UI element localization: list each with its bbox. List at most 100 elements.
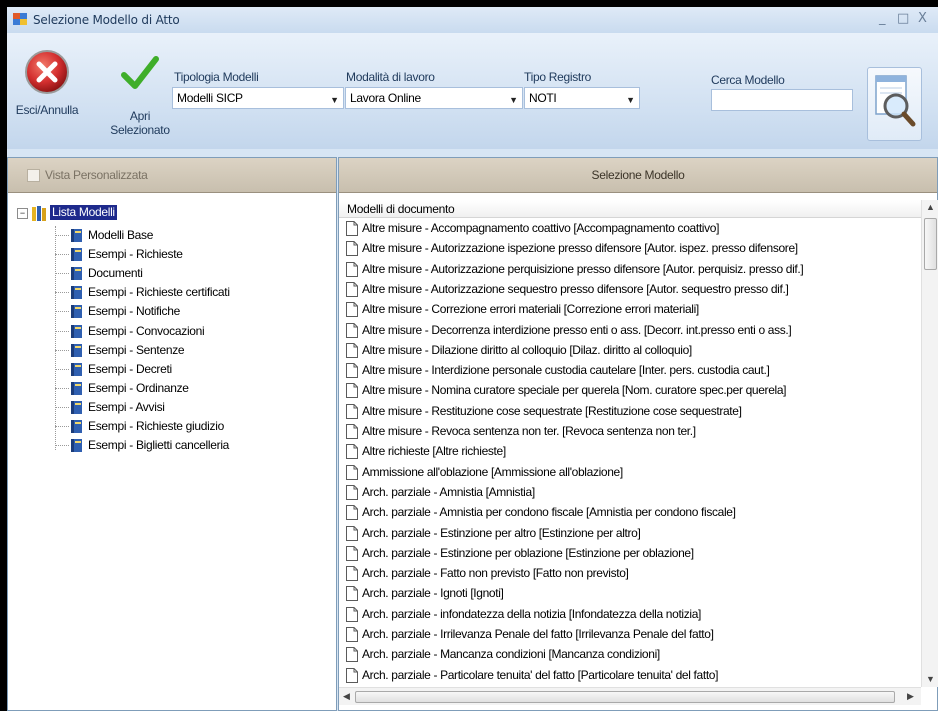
list-item[interactable]: Altre misure - Autorizzazione ispezione … (339, 239, 921, 260)
tree-item[interactable]: Esempi - Convocazioni (8, 322, 308, 341)
list-item-label: Arch. parziale - Irrilevanza Penale del … (362, 627, 714, 641)
tree-item[interactable]: Esempi - Avvisi (8, 398, 308, 417)
vertical-scrollbar[interactable]: ▲ ▼ (921, 200, 938, 687)
tree-item-label: Esempi - Richieste (88, 247, 183, 262)
open-selected-button[interactable]: Apri Selezionato (103, 53, 177, 137)
list-item[interactable]: Altre misure - Autorizzazione sequestro … (339, 280, 921, 301)
list-item[interactable]: Arch. parziale - Irrilevanza Penale del … (339, 625, 921, 646)
column-header[interactable]: Modelli di documento (339, 200, 921, 218)
chevron-down-icon: ▼ (509, 95, 518, 105)
close-button[interactable]: X (918, 11, 927, 26)
tipologia-value: Modelli SICP (177, 91, 243, 105)
custom-view-checkbox[interactable] (27, 169, 40, 182)
list-item[interactable]: Arch. parziale - Mancanza condizioni [Ma… (339, 645, 921, 666)
list-item[interactable]: Arch. parziale - Particolare tenuita' de… (339, 666, 921, 687)
book-icon (71, 267, 82, 281)
scroll-up-icon[interactable]: ▲ (926, 202, 935, 212)
list-item-label: Altre misure - Dilazione diritto al coll… (362, 342, 692, 357)
maximize-button[interactable]: □ (897, 11, 909, 26)
document-icon (346, 484, 358, 500)
list-item[interactable]: Arch. parziale - Amnistia [Amnistia] (339, 483, 921, 504)
document-icon (346, 525, 358, 541)
left-panel: Vista Personalizzata − Lista Modelli Mod… (7, 157, 337, 711)
tree-item[interactable]: Esempi - Biglietti cancelleria (8, 436, 308, 455)
document-icon (346, 221, 358, 236)
book-icon (71, 362, 82, 376)
list-item[interactable]: Altre misure - Revoca sentenza non ter. … (339, 422, 921, 443)
tree-item-label: Esempi - Decreti (88, 361, 172, 376)
chevron-down-icon: ▼ (626, 95, 635, 105)
list-item-label: Arch. parziale - Estinzione per oblazion… (362, 545, 694, 560)
book-icon (71, 400, 82, 414)
list-item-label: Arch. parziale - Amnistia per condono fi… (362, 505, 736, 520)
minimize-button[interactable]: _ (879, 11, 886, 26)
tree-item-label: Esempi - Richieste certificati (88, 285, 230, 300)
book-icon (71, 439, 82, 453)
scroll-right-icon[interactable]: ▶ (907, 691, 914, 702)
document-icon (346, 566, 358, 582)
tree-item[interactable]: Esempi - Richieste certificati (8, 283, 308, 302)
tree-item[interactable]: Esempi - Notifiche (8, 302, 308, 321)
list-item[interactable]: Arch. parziale - Ignoti [Ignoti] (339, 584, 921, 605)
document-icon (346, 424, 358, 439)
list-item[interactable]: Arch. parziale - Amnistia per condono fi… (339, 503, 921, 524)
tree-connector (55, 311, 69, 313)
list-item[interactable]: Altre misure - Accompagnamento coattivo … (339, 219, 921, 240)
tree-item[interactable]: Esempi - Richieste (8, 245, 308, 264)
left-panel-header: Vista Personalizzata (8, 158, 336, 193)
list-item[interactable]: Arch. parziale - infondatezza della noti… (339, 605, 921, 626)
list-item[interactable]: Arch. parziale - Estinzione per altro [E… (339, 524, 921, 545)
tree-item[interactable]: Esempi - Sentenze (8, 341, 308, 360)
list-item-label: Altre misure - Restituzione cose sequest… (362, 403, 742, 418)
app-window: Selezione Modello di Atto _ □ X Esci/Ann… (7, 7, 938, 711)
list-item-label: Arch. parziale - Ignoti [Ignoti] (362, 586, 504, 601)
checkmark-icon (121, 56, 159, 89)
horizontal-scroll-thumb[interactable] (355, 691, 895, 703)
registro-label: Tipo Registro (524, 70, 592, 84)
tree-item[interactable]: Documenti (8, 264, 308, 283)
list-item-label: Altre misure - Autorizzazione perquisizi… (362, 261, 804, 276)
tree-item[interactable]: Modelli Base (8, 226, 308, 245)
book-icon (71, 229, 82, 242)
list-item[interactable]: Altre misure - Correzione errori materia… (339, 300, 921, 321)
tree-item-label: Esempi - Convocazioni (88, 323, 205, 338)
list-item[interactable]: Altre misure - Autorizzazione perquisizi… (339, 260, 921, 281)
registro-select[interactable]: NOTI ▼ (524, 87, 640, 109)
search-button[interactable] (867, 67, 922, 141)
tree-item[interactable]: Esempi - Decreti (8, 360, 308, 379)
registro-value: NOTI (529, 91, 557, 105)
cancel-button[interactable]: Esci/Annulla (7, 49, 87, 117)
scroll-down-icon[interactable]: ▼ (926, 674, 935, 684)
list-item-label: Arch. parziale - infondatezza della noti… (362, 606, 702, 621)
document-icon (346, 342, 358, 358)
list-item[interactable]: Altre misure - Restituzione cose sequest… (339, 402, 921, 423)
book-icon (71, 343, 82, 357)
tree-connector (55, 254, 69, 256)
list-item[interactable]: Altre richieste [Altre richieste] (339, 442, 921, 463)
list-item[interactable]: Arch. parziale - Fatto non previsto [Fat… (339, 564, 921, 585)
list-item[interactable]: Altre misure - Interdizione personale cu… (339, 361, 921, 382)
list-item-label: Arch. parziale - Estinzione per altro [E… (362, 525, 641, 540)
list-item-label: Altre misure - Accompagnamento coattivo … (362, 221, 720, 235)
modalita-select[interactable]: Lavora Online ▼ (345, 87, 523, 109)
horizontal-scrollbar[interactable]: ◀ ▶ (339, 687, 921, 705)
tipologia-label: Tipologia Modelli (174, 70, 259, 84)
scroll-left-icon[interactable]: ◀ (343, 691, 350, 702)
app-icon (13, 13, 27, 25)
list-item[interactable]: Altre misure - Decorrenza interdizione p… (339, 321, 921, 342)
book-icon (71, 324, 82, 338)
list-item[interactable]: Altre misure - Dilazione diritto al coll… (339, 341, 921, 362)
tree-item[interactable]: Esempi - Richieste giudizio (8, 417, 308, 436)
search-input[interactable] (711, 89, 853, 111)
vertical-scroll-thumb[interactable] (924, 218, 937, 270)
collapse-icon[interactable]: − (17, 208, 28, 219)
list-item[interactable]: Ammissione all'oblazione [Ammissione all… (339, 463, 921, 484)
list-item[interactable]: Arch. parziale - Estinzione per oblazion… (339, 544, 921, 565)
list-item[interactable]: Altre misure - Nomina curatore speciale … (339, 381, 921, 402)
tree-item[interactable]: Esempi - Ordinanze (8, 379, 308, 398)
tree-item-label: Documenti (88, 266, 143, 281)
tree-item-label: Esempi - Notifiche (88, 304, 180, 319)
tree-item-label: Esempi - Ordinanze (88, 380, 189, 395)
tipologia-select[interactable]: Modelli SICP ▼ (172, 87, 344, 109)
title-bar: Selezione Modello di Atto _ □ X (7, 7, 938, 33)
